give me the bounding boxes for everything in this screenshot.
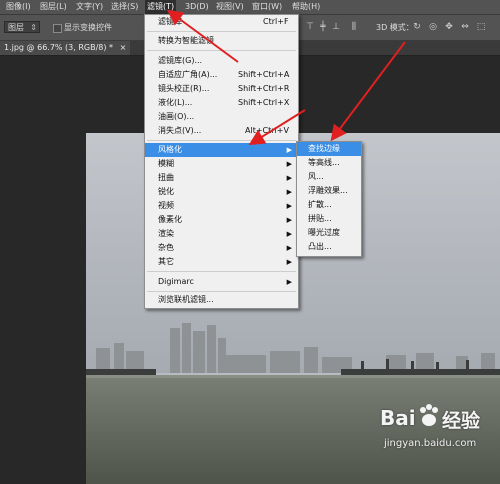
watermark-brand-right: 经验 (442, 410, 481, 432)
annotation-arrow-stylize (248, 109, 306, 146)
paw-icon (420, 404, 438, 426)
watermark-url: jingyan.baidu.com (384, 438, 477, 449)
watermark-brand-left: Bai (380, 406, 416, 430)
baidu-watermark: Bai 经验 jingyan.baidu.com (380, 398, 498, 482)
annotation-arrow-find-edges (330, 41, 406, 142)
annotation-arrow-filter-menu (166, 9, 239, 63)
